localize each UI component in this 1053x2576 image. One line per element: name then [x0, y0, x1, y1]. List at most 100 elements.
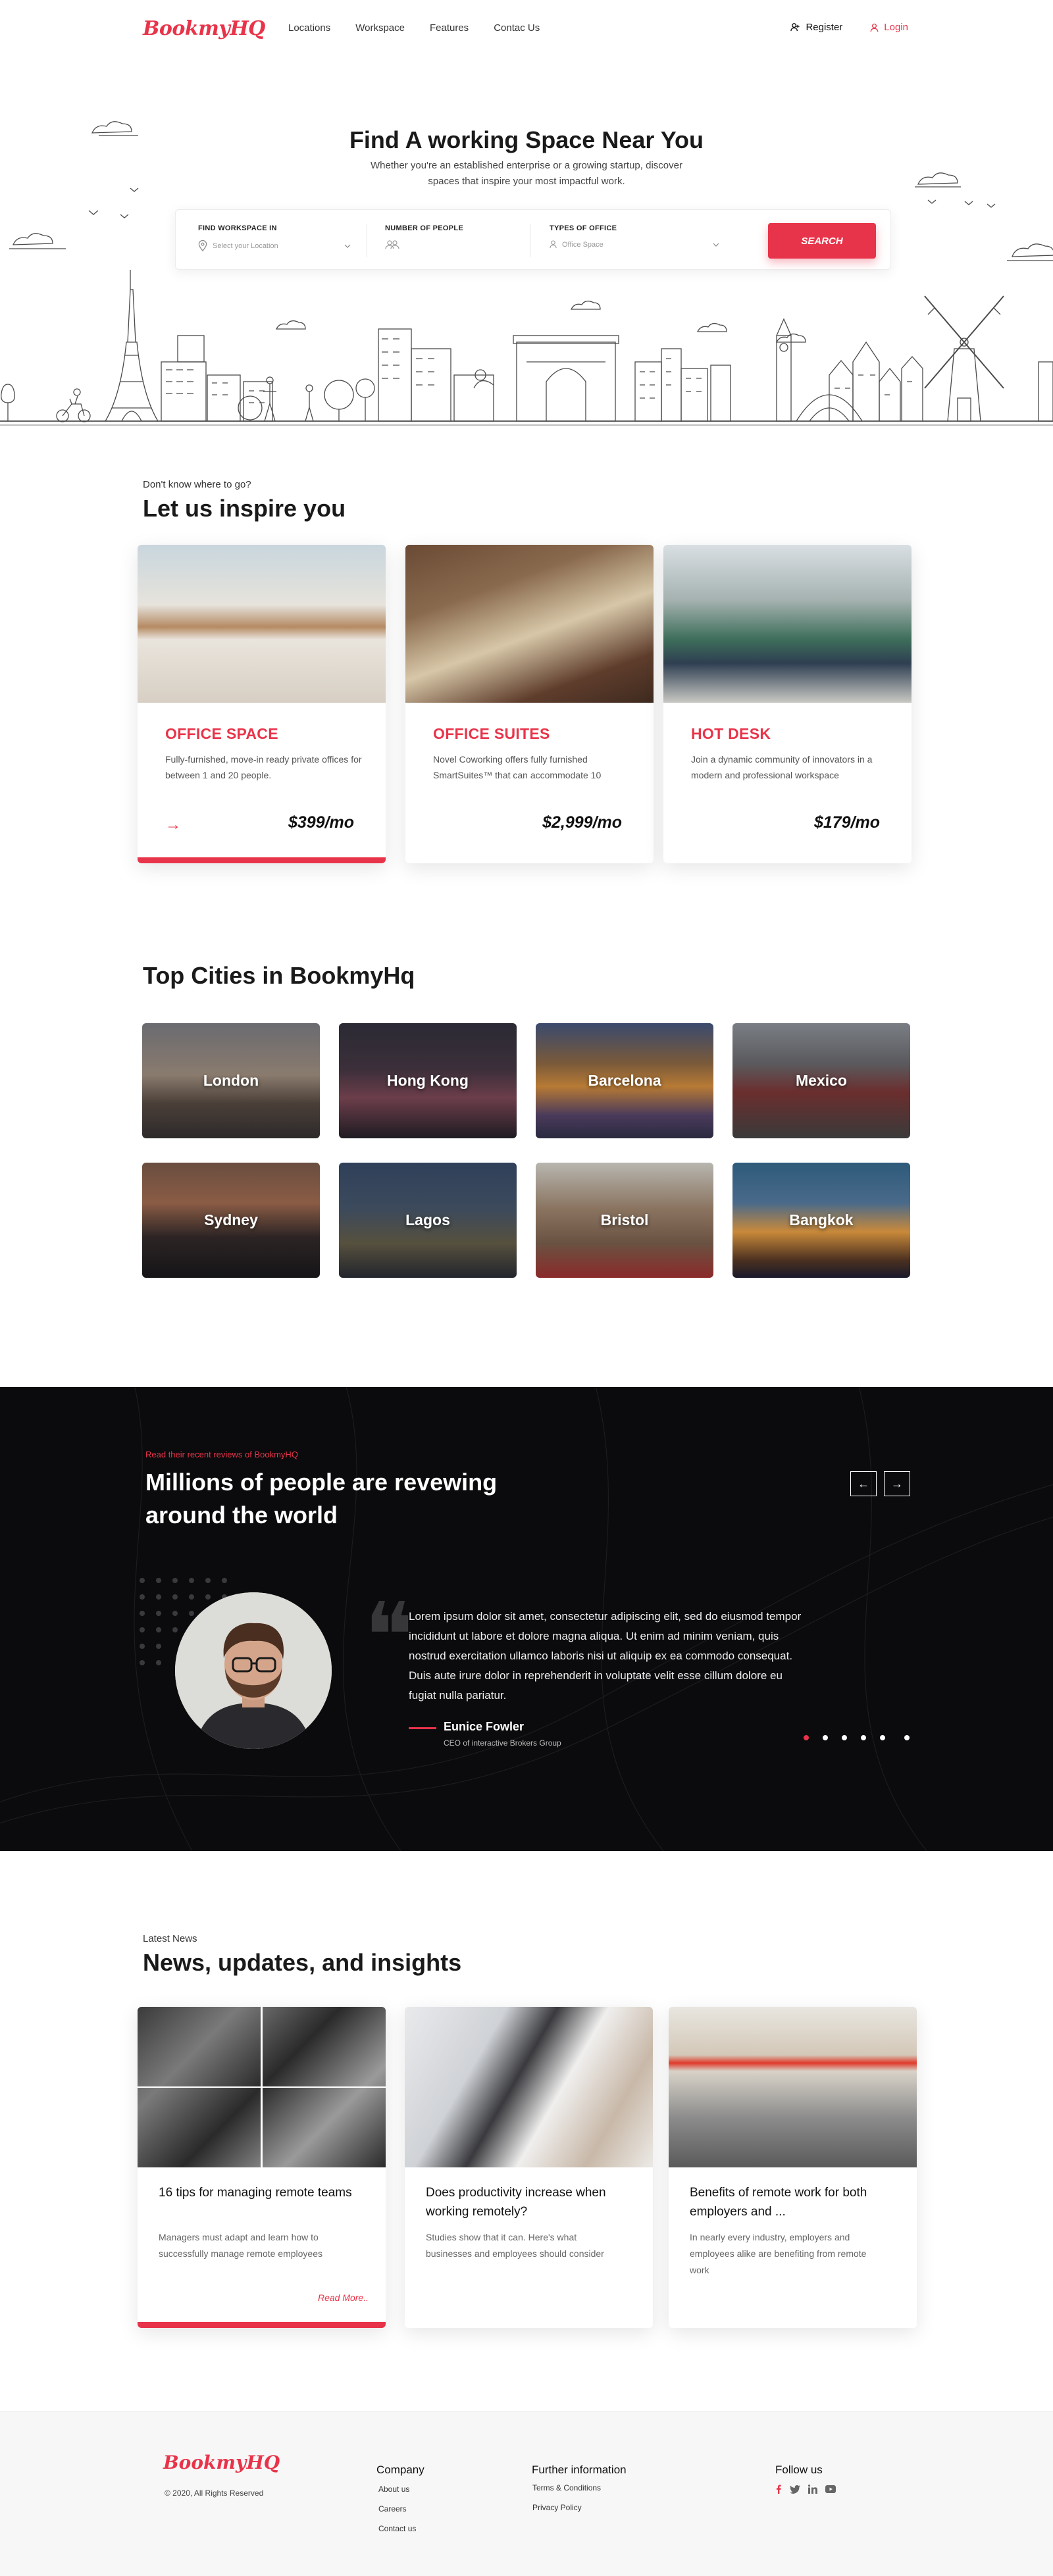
- news-card-title: 16 tips for managing remote teams: [159, 2186, 352, 2200]
- person-icon: [550, 240, 557, 249]
- nav-features-link[interactable]: Features: [430, 22, 469, 34]
- inspire-title: Let us inspire you: [143, 495, 346, 522]
- city-tile-sydney[interactable]: Sydney: [142, 1163, 320, 1278]
- login-link[interactable]: Login: [870, 22, 908, 33]
- inspire-kicker: Don't know where to go?: [143, 479, 251, 490]
- author-accent-line: [409, 1727, 436, 1729]
- news-photo: [138, 2007, 386, 2167]
- read-more-link[interactable]: Read More..: [318, 2292, 369, 2303]
- footer: BookmyHQ © 2020, All Rights Reserved Com…: [0, 2411, 1053, 2576]
- linkedin-icon[interactable]: [808, 2485, 817, 2494]
- card-title: OFFICE SUITES: [433, 725, 550, 742]
- twitter-icon[interactable]: [790, 2485, 800, 2494]
- contact-us-link[interactable]: Contact us: [378, 2524, 416, 2533]
- card-description: Fully-furnished, move-in ready private o…: [165, 754, 362, 780]
- people-count-field[interactable]: NUMBER OF PEOPLE: [385, 224, 463, 249]
- privacy-link[interactable]: Privacy Policy: [532, 2503, 582, 2512]
- office-type-select[interactable]: Office Space: [562, 241, 604, 249]
- nav-locations-link[interactable]: Locations: [288, 22, 330, 34]
- city-tile-hong-kong[interactable]: Hong Kong: [339, 1023, 517, 1138]
- slider-dot-3[interactable]: [842, 1735, 847, 1740]
- quote-icon: ❝: [364, 1583, 414, 1690]
- news-photo: [669, 2007, 917, 2167]
- facebook-icon[interactable]: [775, 2485, 782, 2494]
- top-cities-title: Top Cities in BookmyHq: [143, 962, 415, 989]
- brand-logo[interactable]: BookmyHQ: [143, 17, 265, 40]
- news-card-benefits[interactable]: Benefits of remote work for both employe…: [669, 2007, 917, 2328]
- social-links: [775, 2485, 836, 2494]
- workspace-location-input[interactable]: Select your Location: [213, 242, 278, 250]
- slider-dot-1[interactable]: [804, 1735, 809, 1740]
- further-info-heading: Further information: [532, 2463, 627, 2476]
- news-card-productivity[interactable]: Does productivity increase when working …: [405, 2007, 653, 2328]
- slider-dot-4[interactable]: [861, 1735, 866, 1740]
- office-space-photo: [138, 545, 386, 703]
- about-us-link[interactable]: About us: [378, 2485, 409, 2494]
- office-type-label: TYPES OF OFFICE: [550, 224, 617, 232]
- login-label: Login: [884, 22, 908, 33]
- news-kicker: Latest News: [143, 1933, 197, 1944]
- city-tile-mexico[interactable]: Mexico: [732, 1023, 910, 1138]
- nav-workspace-link[interactable]: Workspace: [355, 22, 405, 34]
- prev-arrow-button[interactable]: ←: [850, 1471, 877, 1496]
- city-tile-london[interactable]: London: [142, 1023, 320, 1138]
- arrow-left-icon: ←: [858, 1477, 869, 1490]
- arrow-right-icon[interactable]: →: [165, 816, 181, 834]
- news-card-title: Does productivity increase when working …: [426, 2186, 606, 2219]
- news-photo: [405, 2007, 653, 2167]
- slider-dot-5[interactable]: [880, 1735, 885, 1740]
- reviewer-role: CEO of interactive Brokers Group: [444, 1738, 561, 1748]
- workspace-location-field[interactable]: FIND WORKSPACE IN Select your Location: [198, 224, 351, 251]
- reviewer-name: Eunice Fowler: [444, 1720, 525, 1733]
- register-link[interactable]: Register: [790, 22, 842, 33]
- news-card-description: Studies show that it can. Here's what bu…: [426, 2232, 604, 2259]
- card-description: Novel Coworking offers fully furnished S…: [433, 754, 602, 780]
- city-name: London: [203, 1072, 259, 1089]
- city-tile-bangkok[interactable]: Bangkok: [732, 1163, 910, 1278]
- workspace-search-form: FIND WORKSPACE IN Select your Location N…: [175, 209, 891, 270]
- news-card-title: Benefits of remote work for both employe…: [690, 2186, 867, 2219]
- slider-dot-6[interactable]: [904, 1735, 910, 1740]
- user-icon: [870, 23, 879, 32]
- city-name: Hong Kong: [387, 1072, 469, 1089]
- youtube-icon[interactable]: [825, 2485, 836, 2493]
- people-count-label: NUMBER OF PEOPLE: [385, 224, 464, 232]
- next-arrow-button[interactable]: →: [884, 1471, 910, 1496]
- office-suites-card[interactable]: OFFICE SUITES Novel Coworking offers ful…: [405, 545, 654, 863]
- office-space-card[interactable]: OFFICE SPACE Fully-furnished, move-in re…: [138, 545, 386, 863]
- footer-logo[interactable]: BookmyHQ: [163, 2452, 280, 2473]
- terms-link[interactable]: Terms & Conditions: [532, 2483, 601, 2492]
- office-type-field[interactable]: TYPES OF OFFICE Office Space: [550, 224, 719, 249]
- hero-title: Find A working Space Near You: [349, 126, 704, 153]
- city-tile-bristol[interactable]: Bristol: [536, 1163, 713, 1278]
- city-tile-lagos[interactable]: Lagos: [339, 1163, 517, 1278]
- company-heading: Company: [376, 2463, 424, 2476]
- hot-desk-card[interactable]: HOT DESK Join a dynamic community of inn…: [663, 545, 912, 863]
- nav-contact-link[interactable]: Contac Us: [494, 22, 540, 34]
- testimonials-kicker: Read their recent reviews of BookmyHQ: [145, 1450, 298, 1459]
- search-button[interactable]: SEARCH: [768, 223, 876, 259]
- slider-dot-2[interactable]: [823, 1735, 828, 1740]
- news-title: News, updates, and insights: [143, 1949, 462, 1976]
- news-card-remote-teams[interactable]: 16 tips for managing remote teams Manage…: [138, 2007, 386, 2328]
- card-price: $2,999/mo: [542, 813, 622, 832]
- top-nav: BookmyHQ Locations Workspace Features Co…: [0, 0, 1053, 59]
- city-name: Bristol: [600, 1211, 649, 1228]
- arrow-right-icon: →: [891, 1477, 903, 1490]
- page: BookmyHQ Locations Workspace Features Co…: [0, 0, 1053, 2576]
- testimonial-quote: Lorem ipsum dolor sit amet, consectetur …: [409, 1610, 802, 1702]
- workspace-location-label: FIND WORKSPACE IN: [198, 224, 277, 232]
- card-price: $179/mo: [813, 813, 880, 832]
- testimonials-title: Millions of people are revewing around t…: [145, 1469, 498, 1528]
- card-active-bar: [138, 2322, 386, 2328]
- card-title: HOT DESK: [691, 725, 771, 742]
- chevron-down-icon: [713, 243, 719, 247]
- copyright-text: © 2020, All Rights Reserved: [165, 2488, 264, 2498]
- user-plus-icon: [790, 23, 800, 32]
- city-name: Bangkok: [789, 1211, 854, 1228]
- city-name: Lagos: [405, 1211, 450, 1228]
- register-label: Register: [806, 22, 843, 33]
- city-tile-barcelona[interactable]: Barcelona: [536, 1023, 713, 1138]
- follow-us-heading: Follow us: [775, 2463, 823, 2476]
- careers-link[interactable]: Careers: [378, 2504, 407, 2513]
